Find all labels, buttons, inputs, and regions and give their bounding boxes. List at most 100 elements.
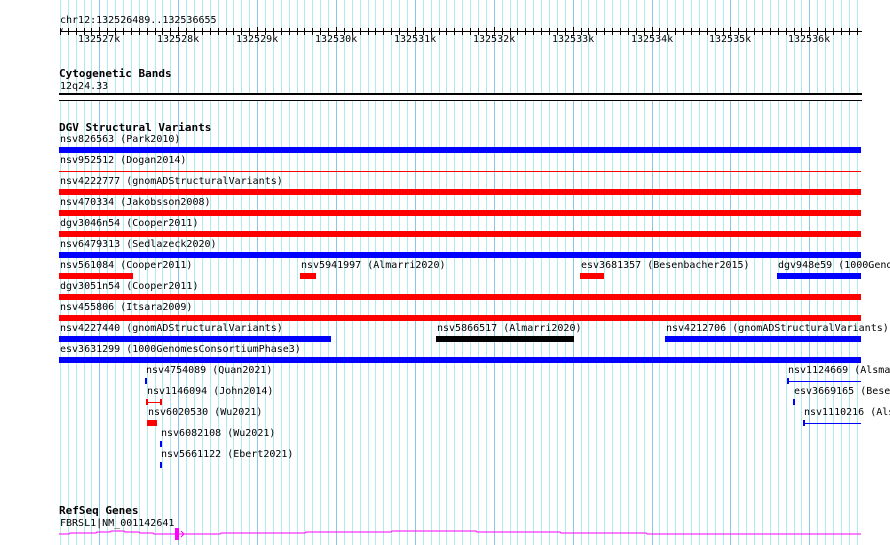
variant-label[interactable]: dgv3046n54 (Cooper2011) — [60, 218, 198, 229]
variant-label[interactable]: esv3681357 (Besenbacher2015) — [581, 260, 750, 271]
grid-line — [218, 0, 219, 545]
variant-bar[interactable] — [59, 273, 133, 279]
variant-bar[interactable] — [160, 462, 162, 468]
variant-label[interactable]: dgv948e59 (1000Genomes — [778, 260, 890, 271]
grid-line — [470, 0, 471, 545]
ruler-tick — [202, 28, 203, 35]
variant-label[interactable]: nsv5661122 (Ebert2021) — [161, 449, 293, 460]
grid-line — [281, 0, 282, 545]
grid-line — [691, 0, 692, 545]
variant-label[interactable]: nsv6082108 (Wu2021) — [161, 428, 275, 439]
grid-line — [517, 0, 518, 545]
variant-label[interactable]: nsv6020530 (Wu2021) — [148, 407, 262, 418]
ruler-tick-label: 132530k — [315, 34, 358, 45]
variant-bar[interactable] — [436, 336, 574, 342]
variant-bar-thin[interactable] — [787, 381, 861, 382]
ruler-axis-line — [60, 31, 862, 32]
variant-bar[interactable] — [665, 336, 861, 342]
variant-bar[interactable] — [59, 189, 861, 195]
location-label: chr12:132526489..132536655 — [60, 15, 217, 26]
grid-line — [502, 0, 503, 545]
variant-bar[interactable] — [59, 294, 861, 300]
ruler-tick — [588, 28, 589, 35]
ruler-tick — [368, 28, 369, 35]
grid-line — [565, 0, 566, 545]
grid-line-major — [494, 0, 495, 545]
grid-line — [620, 0, 621, 545]
grid-line — [431, 0, 432, 545]
variant-label[interactable]: nsv561084 (Cooper2011) — [60, 260, 192, 271]
variant-label[interactable]: nsv826563 (Park2010) — [60, 134, 180, 145]
variant-label[interactable]: nsv1146094 (John2014) — [147, 386, 273, 397]
grid-line — [423, 0, 424, 545]
variant-bar[interactable] — [59, 357, 861, 363]
grid-line — [659, 0, 660, 545]
variant-end-tick — [146, 399, 148, 405]
variant-bar[interactable] — [300, 273, 316, 279]
variant-label[interactable]: esv3631299 (1000GenomesConsortiumPhase3) — [60, 344, 301, 355]
ruler-tick — [462, 28, 463, 35]
grid-line — [368, 0, 369, 545]
variant-bar[interactable] — [59, 252, 861, 258]
grid-line — [510, 0, 511, 545]
ruler-tick — [344, 28, 345, 35]
grid-line — [375, 0, 376, 545]
variant-bar[interactable] — [59, 210, 861, 216]
grid-line — [486, 0, 487, 545]
ruler-tick — [549, 28, 550, 35]
variant-label[interactable]: nsv5941997 (Almarri2020) — [301, 260, 446, 271]
grid-line — [360, 0, 361, 545]
grid-line — [162, 0, 163, 545]
ruler-tick — [431, 28, 432, 35]
variant-bar[interactable] — [145, 378, 147, 384]
variant-label[interactable]: nsv470334 (Jakobsson2008) — [60, 197, 211, 208]
variant-label[interactable]: esv3669165 (Besen — [794, 386, 890, 397]
variant-label[interactable]: nsv6479313 (Sedlazeck2020) — [60, 239, 217, 250]
variant-label[interactable]: nsv1124669 (Alsmad — [788, 365, 890, 376]
ruler-tick — [186, 28, 187, 35]
variant-bar[interactable] — [59, 315, 861, 321]
variant-bar-thin[interactable] — [803, 423, 861, 424]
variant-bar[interactable] — [59, 336, 331, 342]
ruler-tick — [304, 28, 305, 35]
ruler-tick — [131, 28, 132, 35]
variant-label[interactable]: nsv4754089 (Quan2021) — [146, 365, 272, 376]
variant-label[interactable]: nsv455806 (Itsara2009) — [60, 302, 192, 313]
variant-label[interactable]: nsv4222777 (gnomADStructuralVariants) — [60, 176, 283, 187]
grid-line — [541, 0, 542, 545]
variant-bar[interactable] — [793, 399, 795, 405]
variant-bar[interactable] — [580, 273, 604, 279]
variant-label[interactable]: nsv4227440 (gnomADStructuralVariants) — [60, 323, 283, 334]
ruler-tick-label: 132533k — [552, 34, 595, 45]
variant-bar-thin[interactable] — [146, 402, 161, 403]
variant-bar[interactable] — [147, 420, 157, 426]
variant-label[interactable]: nsv4212706 (gnomADStructuralVariants) — [666, 323, 889, 334]
grid-line — [289, 0, 290, 545]
ruler-tick — [667, 28, 668, 35]
ruler-tick — [289, 28, 290, 35]
genome-browser-view[interactable]: chr12:132526489..132536655 ‹ 132527k 13252… — [0, 0, 890, 545]
variant-label[interactable]: nsv1110216 (Als — [804, 407, 890, 418]
ruler-tick — [226, 28, 227, 35]
variant-label[interactable]: nsv952512 (Dogan2014) — [60, 155, 186, 166]
ruler-tick — [375, 28, 376, 35]
variant-bar[interactable] — [59, 231, 861, 237]
grid-line — [233, 0, 234, 545]
grid-line — [738, 0, 739, 545]
variant-bar[interactable] — [777, 273, 861, 279]
grid-line — [155, 0, 156, 545]
ruler-tick — [612, 28, 613, 35]
grid-line — [265, 0, 266, 545]
ruler-tick-label: 132531k — [394, 34, 437, 45]
variant-bar[interactable] — [160, 441, 162, 447]
variant-label[interactable]: nsv5866517 (Almarri2020) — [437, 323, 582, 334]
variant-label[interactable]: dgv3051n54 (Cooper2011) — [60, 281, 198, 292]
variant-bar-thin[interactable] — [59, 171, 861, 172]
gene-model[interactable] — [0, 524, 890, 545]
track-title-dgv: DGV Structural Variants — [59, 121, 212, 134]
grid-line — [344, 0, 345, 545]
grid-line — [667, 0, 668, 545]
variant-bar[interactable] — [59, 147, 861, 153]
grid-line — [549, 0, 550, 545]
ruler-tick — [841, 28, 842, 35]
